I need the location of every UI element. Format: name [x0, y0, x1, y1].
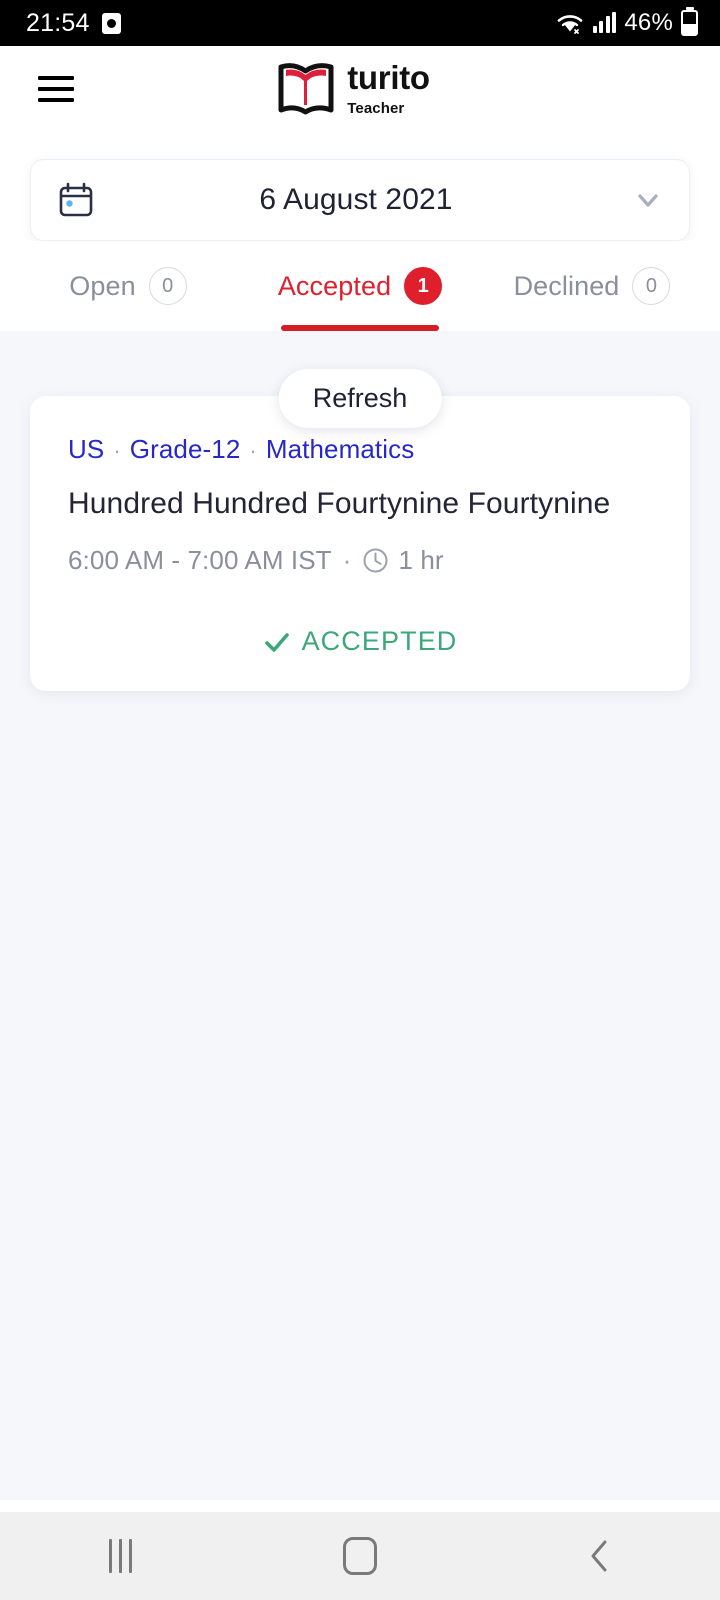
main-content: Refresh US · Grade-12 · Mathematics Hundred …: [0, 331, 720, 1500]
tab-open-count: 0: [148, 267, 187, 305]
back-button[interactable]: [480, 1512, 720, 1600]
check-icon: [264, 632, 289, 652]
battery-percent-label: 46%: [624, 9, 673, 36]
home-icon: [343, 1537, 377, 1575]
turito-book-logo: [278, 62, 334, 114]
date-selector-zone: 6 August 2021: [0, 131, 720, 241]
tab-declined[interactable]: Declined 0: [476, 241, 708, 331]
nav-gap: [0, 1500, 720, 1512]
status-badge: ACCEPTED: [301, 626, 458, 656]
hamburger-menu-icon[interactable]: [38, 75, 74, 102]
time-separator: ·: [342, 545, 352, 575]
chevron-down-icon[interactable]: [633, 185, 663, 215]
session-card[interactable]: US · Grade-12 · Mathematics Hundred Hundred …: [30, 396, 690, 691]
brand-subtitle: Teacher: [347, 100, 405, 117]
tab-accepted-label: Accepted: [277, 270, 392, 301]
session-meta: US · Grade-12 · Mathematics: [68, 434, 652, 465]
back-icon: [591, 1540, 607, 1572]
status-bar-right: 46%: [555, 9, 698, 37]
status-bar-left: 21:54: [26, 9, 121, 38]
tab-open[interactable]: Open 0: [12, 241, 244, 331]
tab-accepted[interactable]: Accepted 1: [244, 241, 476, 331]
clock-app-icon: [101, 12, 121, 34]
android-nav-bar: [0, 1512, 720, 1600]
session-country: US: [68, 434, 105, 464]
recents-button[interactable]: [0, 1512, 240, 1600]
home-button[interactable]: [240, 1512, 480, 1600]
session-time-row: 6:00 AM - 7:00 AM IST · 1 hr: [68, 545, 652, 576]
wifi-icon: [557, 15, 583, 34]
session-duration: 1 hr: [398, 545, 444, 575]
battery-icon: [681, 10, 698, 36]
app-header: turito Teacher: [0, 46, 720, 131]
cellular-signal-icon: [592, 12, 617, 33]
tab-declined-count: 0: [632, 267, 671, 305]
tab-accepted-count: 1: [404, 267, 443, 305]
status-bar-clock: 21:54: [26, 8, 90, 37]
refresh-toast[interactable]: Refresh: [278, 369, 442, 428]
date-value: 6 August 2021: [259, 183, 453, 216]
session-status: ACCEPTED: [68, 626, 652, 657]
session-subject: Mathematics: [265, 434, 415, 464]
brand-text: turito Teacher: [347, 61, 430, 116]
meta-separator: ·: [113, 438, 121, 463]
session-grade: Grade-12: [129, 434, 241, 464]
session-title: Hundred Hundred Fourtynine Fourtynine: [68, 487, 611, 520]
tab-declined-label: Declined: [513, 270, 620, 301]
phone-screen: 21:54 46% turito Teacher 6 August 2021 O…: [0, 0, 720, 1600]
meta-separator-2: ·: [249, 438, 257, 463]
tab-open-label: Open: [69, 270, 136, 301]
date-selector[interactable]: 6 August 2021: [30, 159, 690, 241]
recents-icon: [108, 1539, 132, 1573]
brand-lockup: turito Teacher: [278, 61, 430, 116]
status-tabs: Open 0 Accepted 1 Declined 0: [0, 241, 720, 331]
session-time-range: 6:00 AM - 7:00 AM IST: [68, 545, 332, 575]
brand-name: turito: [347, 59, 430, 96]
clock-icon: [363, 548, 388, 573]
status-bar: 21:54 46%: [0, 0, 720, 46]
